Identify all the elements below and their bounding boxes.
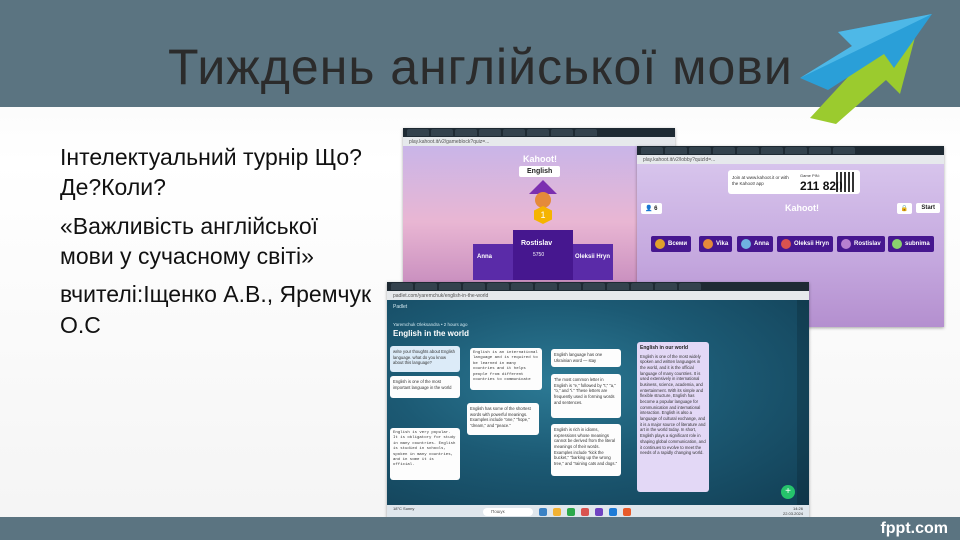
weather-widget[interactable]: 18°C Sunny — [393, 506, 414, 512]
padlet-logo: Padlet — [393, 304, 408, 310]
paragraph-teachers: вчителі:Іщенко А.В., Яремчук О.С — [60, 281, 372, 338]
player-chip: subnima — [888, 236, 934, 252]
avatar-icon — [703, 239, 713, 249]
post-text: English is one of the most widely spoken… — [640, 353, 706, 456]
join-box: Join at www.kahoot.it or with the Kahoot… — [728, 170, 860, 194]
browser-address-bar[interactable]: padlet.com/yaremchuk/english-in-the-worl… — [387, 291, 809, 300]
url-text: padlet.com/yaremchuk/english-in-the-worl… — [393, 292, 489, 299]
clock-date: 22.03.2024 — [782, 510, 803, 516]
qr-code-icon — [836, 172, 856, 192]
podium-left — [473, 244, 513, 280]
url-text: play.kahoot.it/v2/gameblock?quiz=... — [409, 138, 490, 145]
url-text: play.kahoot.it/v2/lobby?quizId=... — [643, 156, 716, 163]
browser-tabs — [637, 146, 944, 155]
board-title: English in the world — [393, 329, 469, 338]
post-title: English in our world — [640, 345, 689, 351]
footer-band — [0, 517, 960, 540]
post-text: The most common letter in English is "e,… — [554, 377, 616, 405]
player-name: Всеми — [668, 241, 688, 247]
board-author: Yaremchuk Oleksandra • 2 hours ago — [393, 322, 468, 327]
right-player-name: Oleksii Hryn — [575, 254, 611, 260]
winner-name: Rostislav — [521, 240, 553, 247]
rank-badge: 1 — [534, 206, 552, 224]
slide-title: Тиждень англійської мови — [168, 39, 793, 95]
post-card[interactable]: The most common letter in English is "e,… — [551, 374, 621, 418]
join-instructions: Join at www.kahoot.it or with the Kahoot… — [732, 175, 789, 186]
player-name: Anna — [754, 241, 769, 247]
player-chip: Anna — [737, 236, 773, 252]
screenshot-kahoot-podium: play.kahoot.it/v2/gameblock?quiz=... Kah… — [403, 128, 675, 284]
start-button[interactable]: Start — [916, 203, 940, 213]
player-chip: Oleksii Hryn — [777, 236, 834, 252]
player-chip: Rostislav — [837, 236, 885, 252]
player-count-value: 6 — [654, 206, 658, 212]
paragraph-topic: «Важливість англійської мови у сучасному… — [60, 212, 319, 270]
app-icon[interactable] — [567, 508, 575, 516]
post-card[interactable]: English is rich in idioms, expressions w… — [551, 424, 621, 476]
avatar-icon — [655, 239, 665, 249]
paragraph-tournament: Інтелектуальний турнір Що?Де?Коли? — [60, 144, 362, 201]
player-name: Vika — [716, 241, 729, 247]
kahoot-logo: Kahoot! — [523, 154, 557, 164]
add-post-button[interactable]: + — [781, 485, 795, 499]
post-text: English is very popular. It is obligator… — [393, 431, 456, 468]
post-card[interactable]: write your thoughts about English langua… — [390, 346, 460, 372]
arrow-logo-icon — [800, 14, 932, 124]
player-name: Oleksii Hryn — [794, 241, 830, 247]
browser-icon[interactable] — [609, 508, 617, 516]
pin-label: Game PIN: — [800, 173, 820, 178]
player-name: subnima — [905, 241, 930, 247]
avatar-icon — [892, 239, 902, 249]
kahoot-podium-stage: Kahoot! English 1 Rostislav 5750 Anna Ol… — [403, 146, 675, 284]
player-chip: Vika — [699, 236, 733, 252]
avatar-icon — [781, 239, 791, 249]
lock-button[interactable]: 🔒 — [896, 203, 912, 214]
post-text: write your thoughts about English langua… — [393, 349, 455, 366]
folder-icon[interactable] — [553, 508, 561, 516]
quiz-title: English — [519, 166, 561, 177]
post-text: English language has one Ukrainian word … — [554, 352, 603, 363]
post-card[interactable]: English is an international language and… — [470, 348, 542, 390]
body-text: Інтелектуальний турнір Що?Де?Коли? «Важл… — [60, 142, 375, 348]
player-chip: Всеми — [651, 236, 692, 252]
player-count: 👤 6 — [641, 203, 662, 214]
post-text: English has some of the shortest words w… — [470, 406, 531, 429]
post-card[interactable]: English is very popular. It is obligator… — [390, 428, 460, 480]
taskbar-clock: 14:26 22.03.2024 — [782, 506, 803, 517]
app-icon[interactable] — [623, 508, 631, 516]
taskbar-app-icons — [539, 508, 631, 516]
user-icon: 👤 — [645, 206, 653, 212]
slide: Тиждень англійської мови Інтелектуальний… — [0, 0, 960, 540]
avatar-icon — [741, 239, 751, 249]
app-icon[interactable] — [581, 508, 589, 516]
browser-tabs — [403, 128, 675, 137]
left-player-name: Anna — [477, 254, 492, 260]
post-card[interactable]: English language has one Ukrainian word … — [551, 349, 621, 367]
post-card[interactable]: English has some of the shortest words w… — [467, 403, 539, 435]
winner-avatar-icon — [529, 180, 557, 208]
post-text: English is rich in idioms, expressions w… — [554, 427, 618, 467]
browser-address-bar[interactable]: play.kahoot.it/v2/gameblock?quiz=... — [403, 137, 675, 146]
winner-score: 5750 — [533, 252, 545, 258]
post-card-featured[interactable]: English in our world English is one of t… — [637, 342, 709, 492]
post-text: English is an international language and… — [473, 351, 538, 382]
player-name: Rostislav — [854, 241, 881, 247]
board-toolbar — [797, 300, 809, 505]
app-icon[interactable] — [539, 508, 547, 516]
post-text: English is one of the most important lan… — [393, 379, 452, 390]
browser-address-bar[interactable]: play.kahoot.it/v2/lobby?quizId=... — [637, 155, 944, 164]
avatar-icon — [841, 239, 851, 249]
screenshot-padlet: padlet.com/yaremchuk/english-in-the-worl… — [387, 282, 809, 519]
app-icon[interactable] — [595, 508, 603, 516]
footer-logo: fppt.com — [880, 520, 948, 537]
podium-right — [573, 244, 613, 280]
padlet-board: Padlet Yaremchuk Oleksandra • 2 hours ag… — [387, 300, 809, 505]
post-card[interactable]: English is one of the most important lan… — [390, 376, 460, 398]
kahoot-logo: Kahoot! — [785, 203, 819, 213]
taskbar-search-input[interactable]: Пошук — [483, 508, 533, 516]
browser-tabs — [387, 282, 809, 291]
lock-icon: 🔒 — [900, 206, 908, 212]
